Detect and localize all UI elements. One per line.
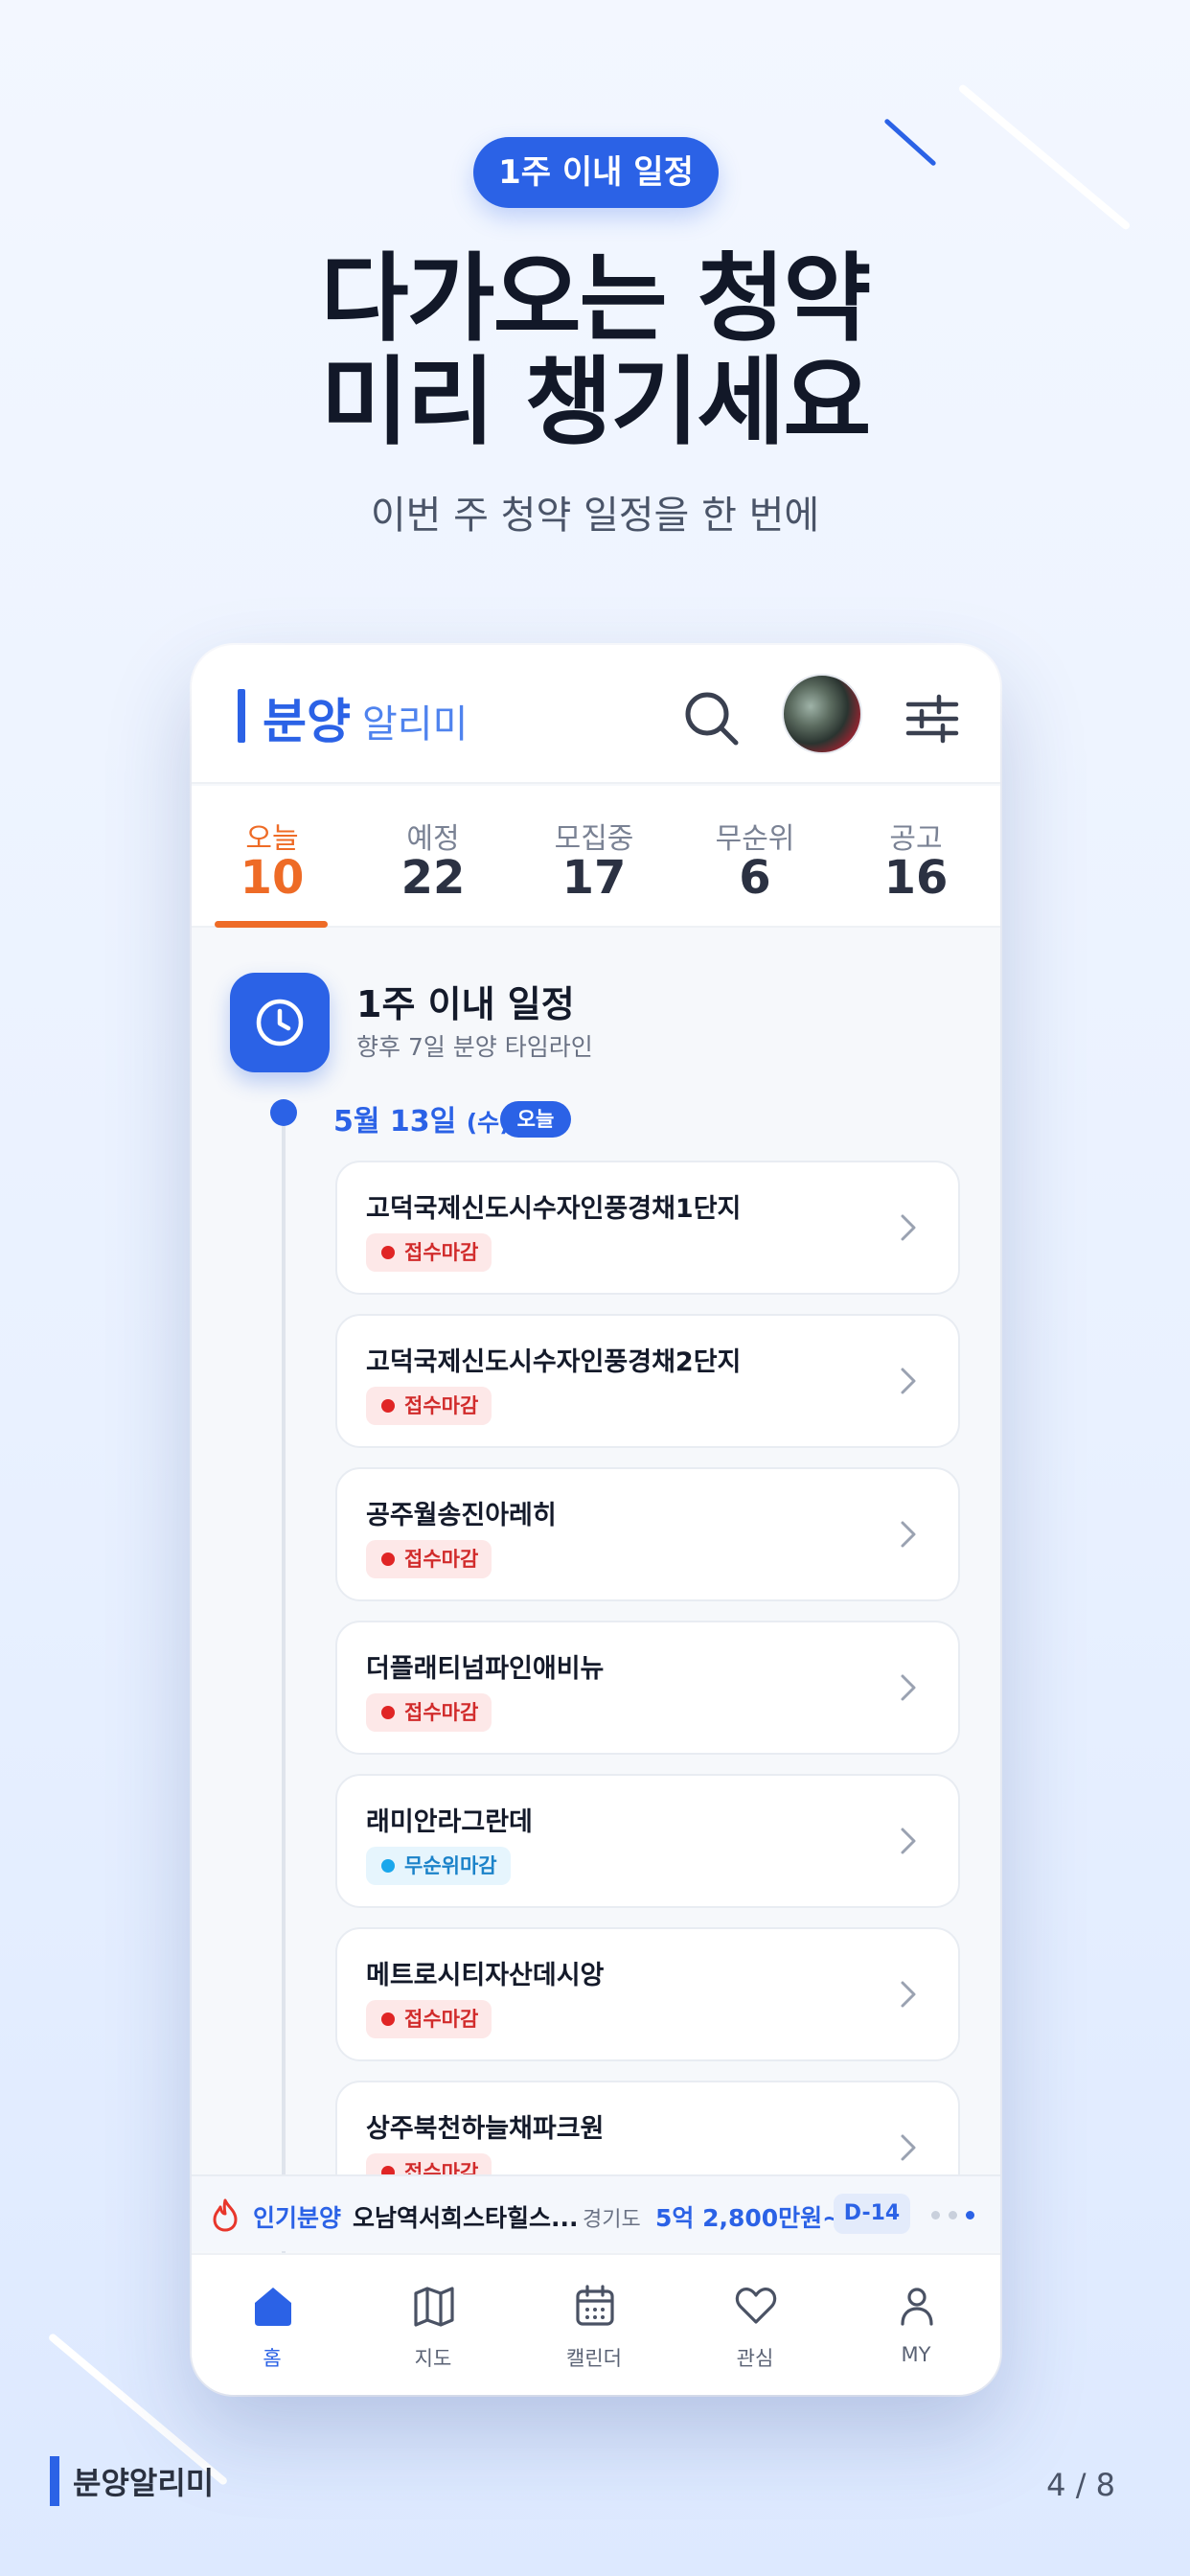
chevron-right-icon	[901, 1981, 916, 2008]
section-title: 1주 이내 일정	[356, 983, 575, 1025]
tab-active-indicator	[215, 921, 328, 928]
home-icon	[255, 2288, 291, 2326]
tab-count: 16	[883, 851, 949, 905]
status-badge: 접수마감	[366, 1693, 492, 1732]
card-title: 고덕국제신도시수자인풍경채1단지	[366, 1194, 742, 1224]
schedule-card[interactable]: 고덕국제신도시수자인풍경채1단지 접수마감	[335, 1161, 960, 1295]
card-title: 공주월송진아레히	[366, 1501, 557, 1530]
chevron-right-icon	[901, 1368, 916, 1394]
nav-label: 캘린더	[566, 2347, 622, 2370]
tab-count: 6	[739, 851, 771, 905]
section-subtitle: 향후 7일 분양 타임라인	[356, 1033, 593, 1061]
page-indicator: 4 / 8	[1046, 2467, 1115, 2503]
tab-today[interactable]: 오늘 10	[192, 786, 353, 928]
ticker-page-dot	[931, 2211, 940, 2220]
chevron-right-icon	[901, 1828, 916, 1854]
ticker-price: 5억 2,800만원~	[655, 2204, 843, 2232]
status-badge: 접수마감	[366, 2000, 492, 2038]
nav-my[interactable]: MY	[835, 2255, 996, 2395]
hero-title-line1: 다가오는 청약	[320, 242, 872, 355]
tab-count: 10	[240, 851, 305, 905]
chevron-right-icon	[901, 2134, 916, 2161]
timeline-date: 5월 13일 (수)	[333, 1097, 511, 1139]
status-badge: 무순위마감	[366, 1847, 511, 1885]
today-badge: 오늘	[500, 1101, 571, 1138]
heart-icon	[735, 2288, 777, 2324]
card-title: 래미안라그란데	[366, 1807, 533, 1837]
schedule-card[interactable]: 공주월송진아레히 접수마감	[335, 1467, 960, 1601]
status-badge: 접수마감	[366, 1387, 492, 1425]
tab-upcoming[interactable]: 예정 22	[353, 786, 514, 928]
schedule-card[interactable]: 메트로시티자산데시앙 접수마감	[335, 1927, 960, 2061]
nav-label: 홈	[263, 2347, 282, 2370]
nav-label: 지도	[414, 2347, 452, 2370]
card-title: 고덕국제신도시수자인풍경채2단지	[366, 1347, 742, 1377]
ticker-page-dot	[949, 2211, 957, 2220]
chevron-right-icon	[901, 1674, 916, 1701]
footer-brand: 분양알리미	[73, 2465, 215, 2501]
card-title: 상주북천하늘채파크원	[366, 2114, 605, 2144]
app-logo-sub: 알리미	[362, 702, 469, 747]
clock-icon	[256, 999, 304, 1046]
nav-map[interactable]: 지도	[353, 2255, 514, 2395]
status-badge: 접수마감	[366, 1233, 492, 1272]
schedule-card[interactable]: 더플래티넘파인애비뉴 접수마감	[335, 1621, 960, 1755]
calendar-icon	[576, 2285, 614, 2326]
app-logo-main[interactable]: 분양	[263, 683, 351, 752]
nav-label: 관심	[736, 2347, 774, 2370]
section-icon	[230, 973, 330, 1072]
tab-recruiting[interactable]: 모집중 17	[514, 786, 675, 928]
footer-brand-bar	[50, 2456, 59, 2506]
nav-calendar[interactable]: 캘린더	[514, 2255, 675, 2395]
filter-icon[interactable]	[899, 685, 966, 752]
nav-home[interactable]: 홈	[192, 2255, 353, 2395]
card-title: 더플래티넘파인애비뉴	[366, 1654, 605, 1684]
ticker-region: 경기도	[583, 2208, 641, 2232]
ticker-page-dot-active	[966, 2211, 974, 2220]
nav-favorites[interactable]: 관심	[675, 2255, 835, 2395]
logo-bar	[238, 689, 245, 743]
schedule-card[interactable]: 고덕국제신도시수자인풍경채2단지 접수마감	[335, 1314, 960, 1448]
schedule-card[interactable]: 래미안라그란데 무순위마감	[335, 1774, 960, 1908]
map-icon	[414, 2287, 454, 2327]
timeline-date-text: 5월 13일	[333, 1105, 457, 1138]
hero-title-line2: 미리 챙기세요	[320, 346, 872, 458]
phone-mockup: 분양 알리미 오늘 10 예정 22 모집중 17 무순위 6 공고 16 1주…	[192, 645, 1000, 2395]
card-title: 메트로시티자산데시앙	[366, 1961, 605, 1990]
hero-subtitle: 이번 주 청약 일정을 한 번에	[370, 494, 820, 538]
bottom-nav: 홈 지도 캘린더 관심 MY	[192, 2253, 1000, 2395]
timeline-dot	[270, 1099, 297, 1126]
hero-badge: 1주 이내 일정	[473, 137, 719, 208]
decor-line-top-right	[957, 83, 1132, 231]
search-icon[interactable]	[678, 685, 745, 752]
timeline-line	[282, 1115, 286, 2265]
user-icon	[901, 2288, 933, 2326]
ticker-dday-badge: D-14	[834, 2194, 910, 2234]
tab-unranked[interactable]: 무순위 6	[675, 786, 835, 928]
tab-count: 22	[400, 851, 466, 905]
ticker-name: 오남역서희스타힐스...	[353, 2204, 579, 2232]
ticker-label: 인기분양	[253, 2204, 342, 2232]
decor-line-blue	[883, 118, 937, 167]
status-tabs: 오늘 10 예정 22 모집중 17 무순위 6 공고 16	[192, 786, 1000, 928]
avatar[interactable]	[782, 674, 862, 754]
tab-count: 17	[561, 851, 627, 905]
nav-label: MY	[901, 2343, 931, 2366]
chevron-right-icon	[901, 1521, 916, 1548]
app-header: 분양 알리미	[192, 645, 1000, 784]
tab-notice[interactable]: 공고 16	[835, 786, 996, 928]
chevron-right-icon	[901, 1214, 916, 1241]
fire-icon	[213, 2198, 238, 2232]
popular-ticker[interactable]: 인기분양 오남역서희스타힐스... 경기도 5억 2,800만원~ D-14	[192, 2174, 1000, 2251]
status-badge: 접수마감	[366, 1540, 492, 1578]
